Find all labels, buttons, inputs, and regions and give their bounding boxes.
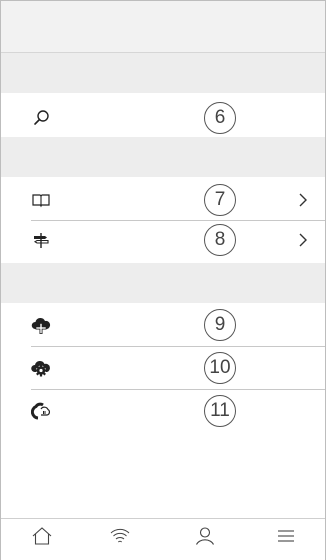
home-icon[interactable]	[30, 524, 54, 548]
section-header-2	[1, 137, 325, 177]
search-badge: 6	[204, 102, 236, 134]
screen: 6 7 8 9 10 11	[0, 0, 326, 560]
divider	[31, 346, 325, 347]
cloud-partial-row[interactable]: 11	[1, 391, 325, 431]
cloud-add-badge: 9	[204, 309, 236, 341]
chevron-right-icon[interactable]	[297, 192, 309, 208]
book-row[interactable]: 7	[1, 180, 325, 220]
user-icon[interactable]	[193, 524, 217, 548]
signpost-icon	[31, 230, 51, 250]
chevron-right-icon[interactable]	[297, 232, 309, 248]
cloud-gear-icon	[31, 358, 51, 378]
cloud-settings-row[interactable]: 10	[1, 348, 325, 388]
menu-icon[interactable]	[274, 524, 298, 548]
book-badge: 7	[204, 184, 236, 216]
signpost-badge: 8	[204, 224, 236, 256]
search-row[interactable]: 6	[1, 98, 325, 138]
top-bar	[1, 1, 325, 53]
cloud-lines-icon	[31, 401, 51, 421]
cloud-plus-icon	[31, 315, 51, 335]
section-header-3	[1, 263, 325, 303]
cloud-add-row[interactable]: 9	[1, 305, 325, 345]
open-book-icon	[31, 190, 51, 210]
tab-bar	[1, 518, 325, 560]
divider	[31, 389, 325, 390]
cloud-settings-badge: 10	[204, 352, 236, 384]
wifi-icon[interactable]	[108, 524, 132, 548]
cloud-partial-badge: 11	[204, 395, 236, 427]
section-header-1	[1, 53, 325, 93]
magnifier-icon	[31, 108, 51, 128]
signpost-row[interactable]: 8	[1, 220, 325, 260]
